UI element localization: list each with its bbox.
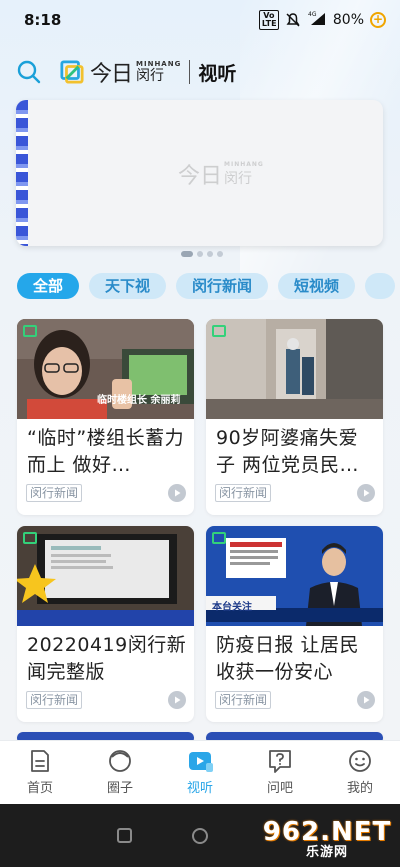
nav-item-qa[interactable]: 问吧: [240, 741, 320, 804]
play-icon: [364, 489, 370, 497]
tab-more[interactable]: [365, 273, 396, 299]
banner-watermark-en: MINHANG: [224, 160, 264, 168]
card-meta: 闵行新闻: [215, 484, 375, 502]
thumbnail-caption: 本台关注: [212, 602, 252, 613]
channel-logo-icon: [212, 532, 226, 544]
recent-apps-button[interactable]: [116, 828, 132, 843]
source-tag: 闵行新闻: [26, 484, 83, 502]
play-button[interactable]: [357, 484, 375, 502]
video-thumbnail: 临时楼组长 余丽莉: [17, 319, 194, 419]
video-card[interactable]: 临时楼组长 余丽莉 “临时”楼组长蓄力而上 做好… 闵行新闻: [17, 319, 194, 515]
tab-all[interactable]: 全部: [17, 273, 80, 299]
volte-icon: Vo LTE: [258, 10, 279, 30]
play-icon: [175, 696, 181, 704]
network-label: 4G: [308, 11, 317, 18]
watermark-sub-text: 乐游网: [305, 845, 348, 860]
nav-item-me[interactable]: 我的: [320, 741, 400, 804]
site-watermark: 962.NET 乐游网: [258, 815, 396, 863]
banner-watermark-sub: MINHANG 闵行: [224, 161, 264, 188]
banner-watermark-cn: 今日: [178, 164, 223, 189]
card-title: 防疫日报 让居民收获一份安心: [216, 634, 360, 683]
source-tag: 闵行新闻: [215, 691, 272, 709]
logo-text-cn: 今日: [90, 62, 133, 87]
banner-edge-decoration: [16, 100, 28, 246]
page-title: 视听: [198, 62, 237, 85]
carousel-dot: [197, 251, 203, 257]
nav-item-video[interactable]: 视听: [160, 741, 240, 804]
play-icon: [175, 489, 181, 497]
video-card[interactable]: 20220419闵行新闻完整版 闵行新闻: [17, 526, 194, 722]
carousel-dot: [181, 251, 193, 257]
channel-logo-icon: [23, 532, 37, 544]
logo-sub: MINHANG 闵行: [136, 60, 181, 84]
question-bubble-icon: [269, 750, 291, 773]
channel-logo-icon: [212, 325, 226, 337]
battery-saver-icon: +: [370, 12, 386, 28]
battery-level: 80%: [332, 12, 364, 28]
status-bar: 8:18 Vo LTE 4G 80% +: [0, 0, 400, 40]
category-tabs: 全部 天下视 闵行新闻 短视频: [17, 273, 400, 299]
app-header: 今日 MINHANG 闵行 视听: [0, 52, 400, 92]
play-button[interactable]: [357, 691, 375, 709]
nav-label: 我的: [346, 781, 373, 796]
card-meta: 闵行新闻: [26, 691, 186, 709]
logo-text-place: 闵行: [136, 68, 165, 84]
source-tag: 闵行新闻: [26, 691, 83, 709]
card-title: “临时”楼组长蓄力而上 做好…: [27, 427, 185, 476]
video-card[interactable]: 90岁阿婆痛失爱子 两位党员民… 闵行新闻: [206, 319, 383, 515]
play-button[interactable]: [168, 691, 186, 709]
nav-label: 问吧: [266, 781, 293, 796]
logo-text-en: MINHANG: [136, 60, 182, 68]
logo-mark-icon: [60, 60, 84, 84]
card-meta: 闵行新闻: [215, 691, 375, 709]
bottom-nav: 首页 圈子 视听 问吧 我的: [0, 740, 400, 804]
video-play-icon: [189, 752, 213, 772]
nav-item-home[interactable]: 首页: [0, 741, 80, 804]
carousel-dot: [207, 251, 213, 257]
video-thumbnail: [17, 526, 194, 626]
channel-logo-icon: [23, 325, 37, 337]
tab-short-video[interactable]: 短视频: [278, 273, 356, 299]
tab-tianxiashi[interactable]: 天下视: [89, 273, 167, 299]
carousel-dot: [217, 251, 223, 257]
video-card[interactable]: 本台关注 防疫日报 让居民收获一份安心 闵行新闻: [206, 526, 383, 722]
card-title: 20220419闵行新闻完整版: [27, 634, 187, 683]
search-icon: [17, 60, 41, 84]
search-button[interactable]: [14, 57, 44, 87]
video-thumbnail: 本台关注: [206, 526, 383, 626]
nav-label: 首页: [26, 781, 53, 796]
banner-watermark-place: 闵行: [224, 170, 253, 187]
source-tag: 闵行新闻: [215, 484, 272, 502]
home-doc-icon: [31, 750, 49, 772]
status-time: 8:18: [24, 11, 62, 29]
nav-label: 视听: [186, 781, 213, 796]
thumbnail-caption: 临时楼组长 余丽莉: [97, 395, 181, 406]
thumbnail-image-laptop: [17, 526, 194, 626]
watermark-main-text: 962.NET: [262, 817, 392, 847]
tab-minhang-news[interactable]: 闵行新闻: [176, 273, 269, 299]
nav-item-circle[interactable]: 圈子: [80, 741, 160, 804]
home-button[interactable]: [191, 827, 208, 844]
signal-icon: 4G: [307, 10, 327, 30]
logo-divider: [189, 60, 191, 84]
card-meta: 闵行新闻: [26, 484, 186, 502]
thumbnail-image-corridor: [206, 319, 383, 419]
face-icon: [349, 750, 371, 772]
banner-watermark-logo: 今日 MINHANG 闵行: [178, 158, 264, 190]
app-logo: 今日 MINHANG 闵行 视听: [60, 56, 236, 88]
play-icon: [364, 696, 370, 704]
video-thumbnail: [206, 319, 383, 419]
carousel-indicator: [181, 251, 223, 257]
mute-bell-icon: [286, 13, 300, 27]
nav-label: 圈子: [106, 781, 133, 796]
play-button[interactable]: [168, 484, 186, 502]
circle-smile-icon: [109, 750, 131, 772]
status-icons: Vo LTE 4G 80% +: [258, 10, 386, 30]
card-title: 90岁阿婆痛失爱子 两位党员民…: [216, 427, 360, 476]
